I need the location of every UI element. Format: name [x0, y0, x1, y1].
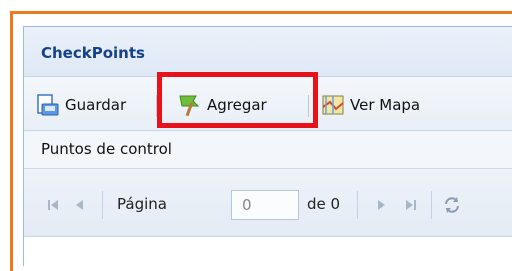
- grid-column-header[interactable]: Puntos de control: [24, 131, 512, 169]
- next-page-icon: [378, 200, 385, 210]
- save-button[interactable]: Guardar: [36, 92, 126, 118]
- add-button-label: Agregar: [207, 96, 267, 114]
- toolbar-separator: [308, 95, 309, 117]
- save-button-label: Guardar: [65, 96, 127, 114]
- view-map-button[interactable]: Ver Mapa: [321, 92, 420, 118]
- paging-separator: [357, 191, 358, 219]
- view-map-button-label: Ver Mapa: [350, 96, 421, 114]
- page-count-label: de 0: [307, 195, 341, 213]
- paging-separator: [431, 191, 432, 219]
- page-number-input[interactable]: [231, 190, 299, 220]
- refresh-icon: [445, 197, 459, 213]
- map-icon: [322, 95, 344, 115]
- paging-separator: [102, 191, 103, 219]
- save-icon: [37, 94, 59, 116]
- first-page-icon: [48, 200, 58, 210]
- panel-header: CheckPoints: [24, 27, 512, 77]
- toolbar-separator: [156, 95, 157, 117]
- next-page-button[interactable]: [369, 192, 393, 218]
- prev-page-button[interactable]: [68, 192, 92, 218]
- checkpoints-panel: CheckPoints Guardar Agregar Ver Mapa Pun…: [23, 26, 512, 266]
- prev-page-icon: [76, 200, 83, 210]
- flag-add-icon: [179, 95, 200, 117]
- last-page-icon: [406, 200, 416, 210]
- page-label: Página: [117, 195, 167, 213]
- toolbar: Guardar Agregar Ver Mapa: [24, 77, 512, 131]
- panel-title: CheckPoints: [41, 44, 145, 62]
- refresh-button[interactable]: [440, 192, 464, 218]
- paging-toolbar: Página de 0: [24, 169, 512, 237]
- add-button[interactable]: Agregar: [176, 92, 267, 118]
- last-page-button[interactable]: [399, 192, 423, 218]
- first-page-button[interactable]: [41, 192, 65, 218]
- grid-column-header-label: Puntos de control: [41, 140, 172, 158]
